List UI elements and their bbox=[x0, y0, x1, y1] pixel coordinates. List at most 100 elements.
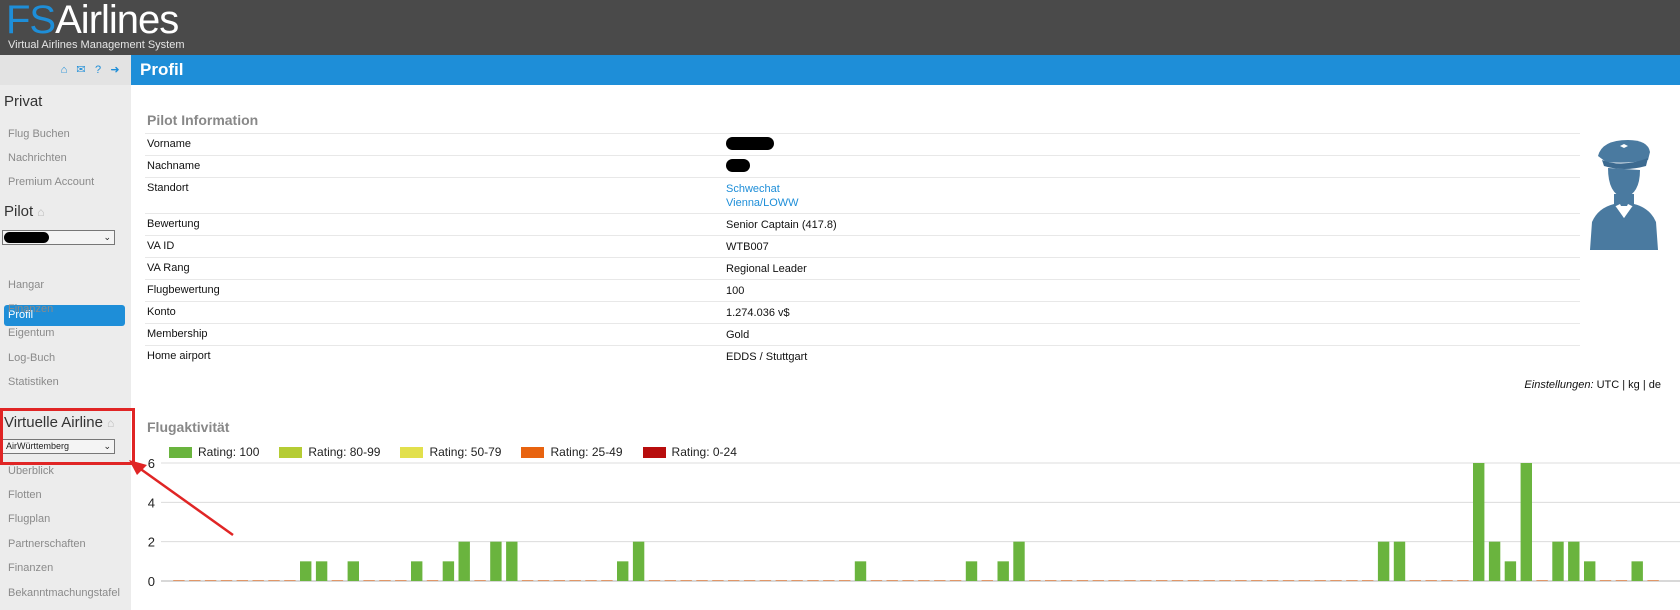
chart-bar[interactable] bbox=[1013, 541, 1025, 581]
chart-bar[interactable] bbox=[1425, 580, 1437, 581]
chart-bar[interactable] bbox=[458, 541, 470, 581]
chart-bar[interactable] bbox=[268, 580, 280, 581]
chart-bar[interactable] bbox=[870, 580, 883, 581]
chart-bar[interactable] bbox=[300, 561, 312, 581]
chart-bar[interactable] bbox=[569, 580, 581, 581]
chart-bar[interactable] bbox=[521, 580, 534, 581]
chart-bar[interactable] bbox=[1631, 561, 1643, 581]
chart-bar[interactable] bbox=[1076, 580, 1089, 581]
chart-bar[interactable] bbox=[1314, 580, 1326, 581]
chart-bar[interactable] bbox=[537, 580, 550, 581]
sidebar-item-flugplan[interactable]: Flugplan bbox=[8, 513, 50, 525]
chart-bar[interactable] bbox=[442, 561, 455, 581]
chart-bar[interactable] bbox=[204, 580, 217, 581]
chart-bar[interactable] bbox=[902, 580, 914, 581]
sidebar-item-eigentum[interactable]: Eigentum bbox=[8, 327, 54, 339]
home-icon[interactable]: ⌂ bbox=[37, 205, 44, 219]
chart-bar[interactable] bbox=[680, 580, 692, 581]
chart-bar[interactable] bbox=[1393, 541, 1406, 581]
chart-bar[interactable] bbox=[363, 580, 375, 581]
chart-bar[interactable] bbox=[712, 580, 724, 581]
chart-bar[interactable] bbox=[1330, 580, 1342, 581]
chart-bar[interactable] bbox=[474, 580, 486, 581]
chart-bar[interactable] bbox=[918, 580, 930, 581]
chart-bar[interactable] bbox=[807, 580, 819, 581]
chat-icon[interactable]: ✉ bbox=[75, 64, 87, 76]
chart-bar[interactable] bbox=[252, 580, 264, 581]
sidebar-item-log-buch[interactable]: Log-Buch bbox=[8, 352, 55, 364]
logout-icon[interactable]: ➜ bbox=[109, 64, 121, 76]
chart-bar[interactable] bbox=[728, 580, 740, 581]
chart-bar[interactable] bbox=[347, 561, 359, 581]
sidebar-item-partnerschaften[interactable]: Partnerschaften bbox=[8, 538, 86, 550]
settings-value[interactable]: UTC | kg | de bbox=[1597, 379, 1661, 391]
chart-bar[interactable] bbox=[506, 541, 518, 581]
sidebar-item-statistiken[interactable]: Statistiken bbox=[8, 376, 59, 388]
chart-bar[interactable] bbox=[1599, 580, 1612, 581]
home-icon[interactable]: ⌂ bbox=[58, 64, 70, 76]
standort-link-airport[interactable]: Vienna/LOWW bbox=[726, 196, 799, 210]
sidebar-item-ueberblick[interactable]: Überblick bbox=[8, 465, 54, 477]
sidebar-item-premium-account[interactable]: Premium Account bbox=[8, 176, 94, 188]
chart-bar[interactable] bbox=[839, 580, 851, 581]
sidebar-item-finanzen[interactable]: Finanzen bbox=[8, 303, 53, 315]
chart-bar[interactable] bbox=[934, 580, 946, 581]
chart-bar[interactable] bbox=[1488, 541, 1501, 581]
chart-bar[interactable] bbox=[1504, 561, 1517, 581]
chart-bar[interactable] bbox=[886, 580, 898, 581]
chart-bar[interactable] bbox=[854, 561, 867, 581]
sidebar-item-flug-buchen[interactable]: Flug Buchen bbox=[8, 128, 70, 140]
chart-bar[interactable] bbox=[1092, 580, 1104, 581]
chart-bar[interactable] bbox=[1235, 580, 1247, 581]
help-icon[interactable]: ? bbox=[92, 64, 104, 76]
chart-bar[interactable] bbox=[1584, 561, 1596, 581]
chart-bar[interactable] bbox=[1615, 580, 1628, 581]
chart-bar[interactable] bbox=[490, 541, 502, 581]
chart-bar[interactable] bbox=[553, 580, 565, 581]
chart-bar[interactable] bbox=[617, 561, 629, 581]
chart-bar[interactable] bbox=[1441, 580, 1453, 581]
chart-bar[interactable] bbox=[997, 561, 1009, 581]
chart-bar[interactable] bbox=[1377, 541, 1390, 581]
chart-bar[interactable] bbox=[1140, 580, 1152, 581]
chart-bar[interactable] bbox=[1520, 463, 1532, 581]
chart-bar[interactable] bbox=[1282, 580, 1295, 581]
chart-bar[interactable] bbox=[315, 561, 328, 581]
chart-bar[interactable] bbox=[1171, 580, 1184, 581]
chart-bar[interactable] bbox=[1219, 580, 1231, 581]
chart-bar[interactable] bbox=[1156, 580, 1168, 581]
chart-bar[interactable] bbox=[1124, 580, 1136, 581]
chart-bar[interactable] bbox=[1060, 580, 1073, 581]
chart-bar[interactable] bbox=[1266, 580, 1279, 581]
chart-bar[interactable] bbox=[1647, 580, 1659, 581]
chart-bar[interactable] bbox=[426, 580, 439, 581]
chart-bar[interactable] bbox=[743, 580, 756, 581]
chart-bar[interactable] bbox=[1108, 580, 1120, 581]
chart-bar[interactable] bbox=[173, 580, 185, 581]
chart-bar[interactable] bbox=[395, 580, 407, 581]
chart-bar[interactable] bbox=[981, 580, 993, 581]
chart-bar[interactable] bbox=[1045, 580, 1057, 581]
chart-bar[interactable] bbox=[236, 580, 248, 581]
chart-bar[interactable] bbox=[189, 580, 201, 581]
chart-bar[interactable] bbox=[601, 580, 613, 581]
chart-bar[interactable] bbox=[648, 580, 661, 581]
chart-bar[interactable] bbox=[1251, 580, 1263, 581]
chart-bar[interactable] bbox=[411, 561, 423, 581]
chart-bar[interactable] bbox=[1029, 580, 1041, 581]
chart-bar[interactable] bbox=[1409, 580, 1421, 581]
chart-bar[interactable] bbox=[632, 541, 645, 581]
chart-bar[interactable] bbox=[585, 580, 597, 581]
chart-bar[interactable] bbox=[1568, 541, 1580, 581]
standort-link-city[interactable]: Schwechat bbox=[726, 182, 799, 196]
chart-bar[interactable] bbox=[1187, 580, 1200, 581]
chart-bar[interactable] bbox=[220, 580, 233, 581]
chart-bar[interactable] bbox=[696, 580, 708, 581]
chart-bar[interactable] bbox=[775, 580, 787, 581]
chart-bar[interactable] bbox=[1473, 463, 1485, 581]
sidebar-item-bekanntmachungstafel[interactable]: Bekanntmachungstafel bbox=[8, 587, 120, 599]
chart-bar[interactable] bbox=[1203, 580, 1215, 581]
sidebar-item-nachrichten[interactable]: Nachrichten bbox=[8, 152, 67, 164]
chart-bar[interactable] bbox=[664, 580, 676, 581]
chart-bar[interactable] bbox=[1362, 580, 1374, 581]
